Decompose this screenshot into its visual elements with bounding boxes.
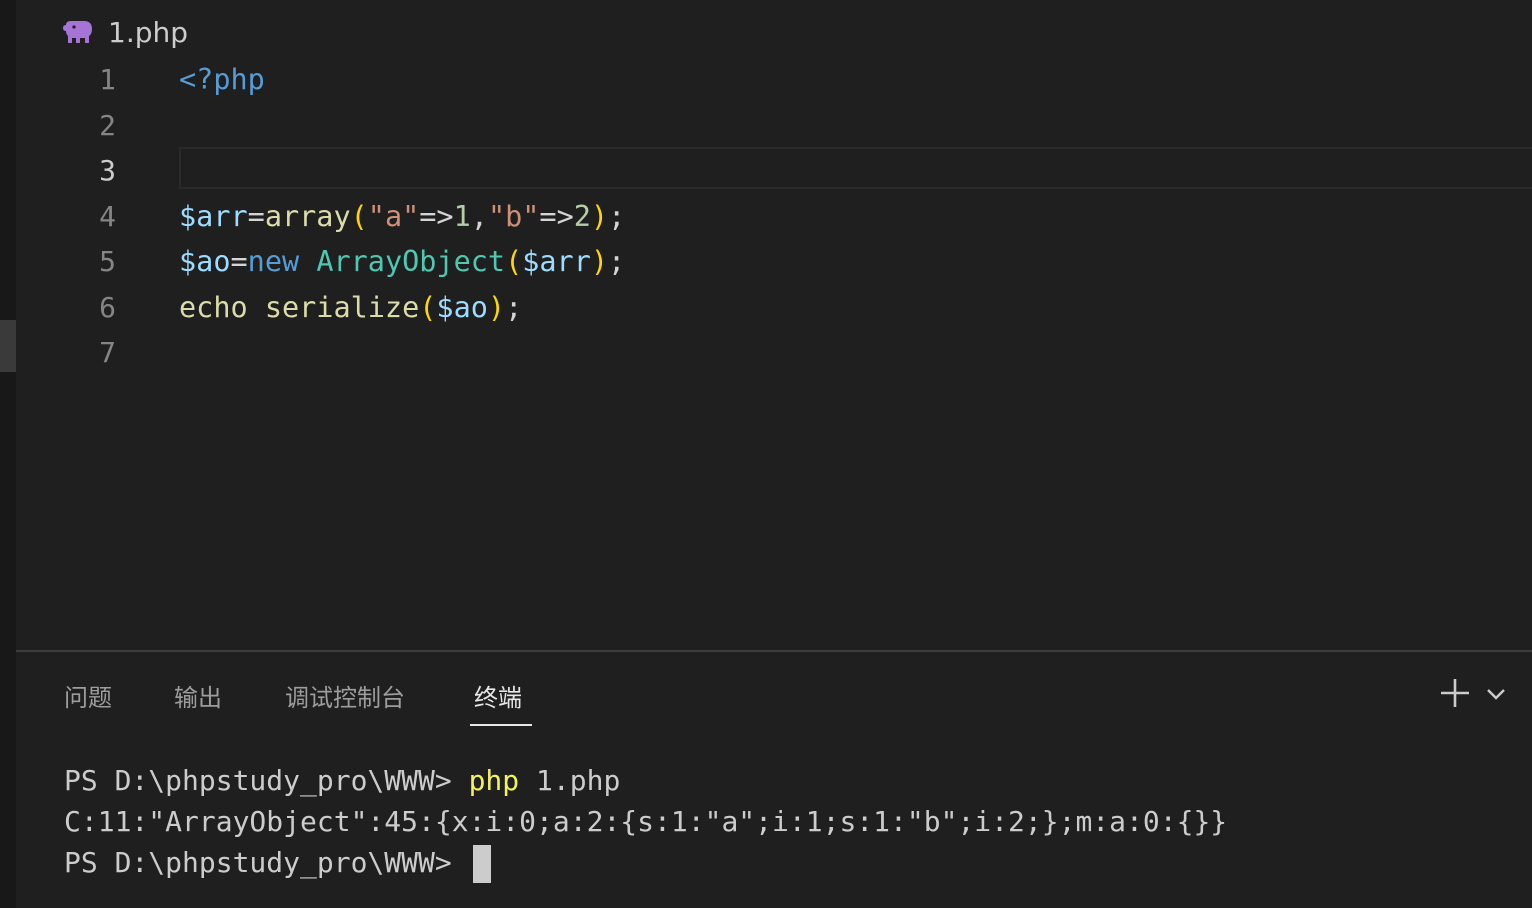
code-token: array bbox=[264, 200, 351, 233]
line-number: 5 bbox=[99, 245, 116, 278]
chevron-down-icon[interactable] bbox=[1486, 686, 1506, 705]
code-line-current[interactable]: 3 bbox=[16, 148, 1532, 193]
code-token: ) bbox=[590, 245, 609, 278]
line-number: 6 bbox=[99, 291, 116, 324]
code-token: ) bbox=[487, 291, 506, 324]
activity-bar-scroll-marker bbox=[0, 320, 16, 372]
activity-bar-edge bbox=[0, 0, 16, 908]
code-text: $arr=array("a"=>1,"b"=>2); bbox=[179, 194, 625, 239]
line-number: 1 bbox=[99, 63, 116, 96]
code-token: ) bbox=[590, 200, 609, 233]
tab-debug-console[interactable]: 调试控制台 bbox=[285, 678, 405, 718]
code-text: $ao=new ArrayObject($arr); bbox=[179, 239, 625, 284]
terminal-args: 1.php bbox=[519, 764, 621, 797]
code-token: $ao bbox=[436, 291, 488, 324]
code-token: 2 bbox=[573, 200, 591, 233]
code-editor[interactable]: 1.php 1 <?php 2 3 4 $arr=array("a"=>1,"b… bbox=[16, 0, 1532, 650]
tab-terminal[interactable]: 终端 bbox=[474, 678, 522, 718]
code-token: ; bbox=[505, 291, 523, 324]
code-line[interactable]: 6 echo serialize($ao); bbox=[16, 285, 1532, 330]
code-token: serialize bbox=[264, 291, 420, 324]
code-token: = bbox=[247, 200, 265, 233]
code-token: $ao bbox=[179, 245, 231, 278]
line-number: 7 bbox=[99, 336, 116, 369]
code-token: <?php bbox=[179, 63, 265, 96]
code-token: ( bbox=[505, 245, 523, 278]
code-token: ; bbox=[608, 245, 626, 278]
code-line[interactable]: 2 bbox=[16, 103, 1532, 148]
code-token: ; bbox=[608, 200, 626, 233]
code-line[interactable]: 7 bbox=[16, 330, 1532, 375]
active-tab-indicator bbox=[470, 724, 532, 726]
code-line[interactable]: 4 $arr=array("a"=>1,"b"=>2); bbox=[16, 194, 1532, 239]
code-token: "b" bbox=[487, 200, 540, 233]
code-text: echo serialize($ao); bbox=[179, 285, 522, 330]
tab-output[interactable]: 输出 bbox=[174, 678, 222, 718]
bottom-panel: 问题 输出 调试控制台 终端 PS D:\phpstudy_pro\WWW> p… bbox=[16, 652, 1532, 908]
php-elephant-icon bbox=[62, 18, 94, 46]
code-token: ( bbox=[419, 291, 437, 324]
code-line[interactable]: 1 <?php bbox=[16, 57, 1532, 102]
line-number: 4 bbox=[99, 200, 116, 233]
code-token: "a" bbox=[367, 200, 420, 233]
code-token: echo bbox=[179, 291, 248, 324]
code-token: ( bbox=[350, 200, 368, 233]
code-text: <?php bbox=[179, 57, 265, 102]
code-token: => bbox=[419, 200, 454, 233]
breadcrumb-file-name[interactable]: 1.php bbox=[108, 16, 188, 49]
plus-icon[interactable] bbox=[1438, 676, 1472, 714]
breadcrumb[interactable]: 1.php bbox=[62, 12, 188, 52]
code-line[interactable]: 5 $ao=new ArrayObject($arr); bbox=[16, 239, 1532, 284]
line-number: 3 bbox=[99, 154, 116, 187]
code-token: 1 bbox=[453, 200, 471, 233]
terminal-prompt: PS D:\phpstudy_pro\WWW> bbox=[64, 764, 469, 797]
terminal-line[interactable]: PS D:\phpstudy_pro\WWW> bbox=[64, 843, 491, 883]
code-token: = bbox=[230, 245, 248, 278]
terminal-output[interactable]: C:11:"ArrayObject":45:{x:i:0;a:2:{s:1:"a… bbox=[64, 802, 1227, 842]
code-token: $arr bbox=[522, 245, 591, 278]
terminal-command: php bbox=[468, 764, 520, 797]
code-token: ArrayObject bbox=[316, 245, 506, 278]
code-token: => bbox=[539, 200, 574, 233]
code-token: , bbox=[470, 200, 488, 233]
terminal-prompt: PS D:\phpstudy_pro\WWW> bbox=[64, 846, 469, 879]
code-token: $arr bbox=[179, 200, 248, 233]
terminal-line[interactable]: PS D:\phpstudy_pro\WWW> php 1.php bbox=[64, 761, 620, 801]
code-token: new bbox=[247, 245, 300, 278]
tab-problems[interactable]: 问题 bbox=[64, 678, 112, 718]
line-number: 2 bbox=[99, 109, 116, 142]
terminal-cursor bbox=[472, 845, 491, 883]
panel-actions bbox=[1438, 676, 1506, 714]
